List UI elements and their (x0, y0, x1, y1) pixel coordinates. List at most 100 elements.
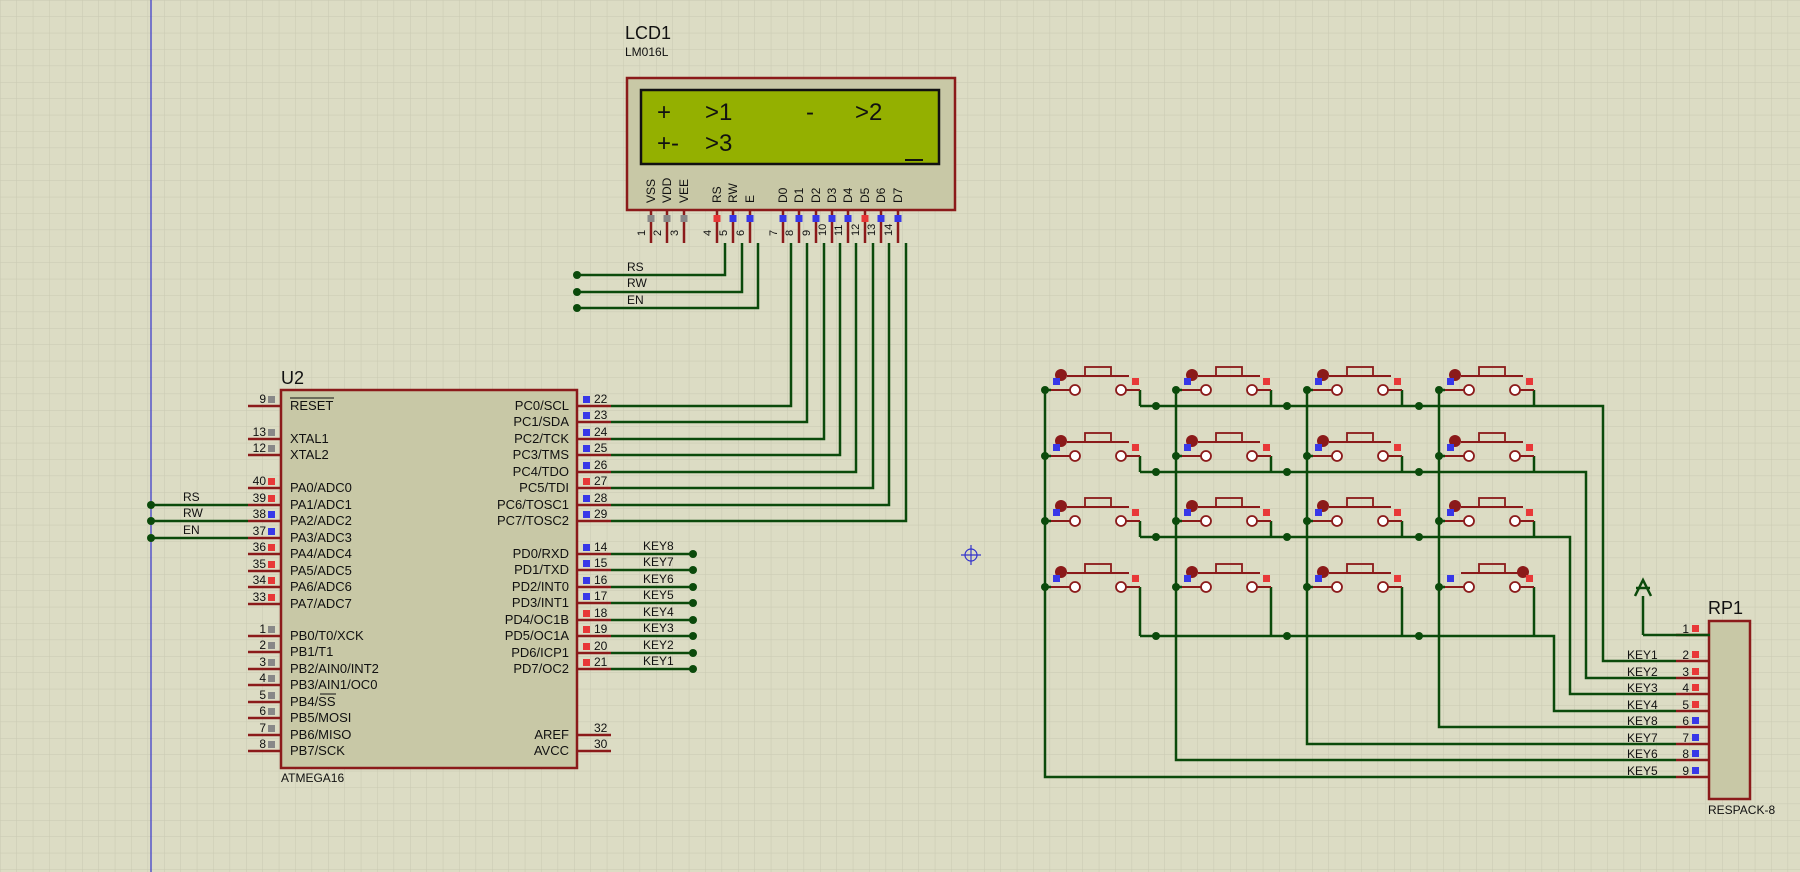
mcu-pin-name: PA3/ADC3 (290, 530, 352, 545)
mcu-pin-name: PA0/ADC0 (290, 480, 352, 495)
rpack-pin-number: 3 (1682, 665, 1689, 679)
mcu-part-label: ATMEGA16 (281, 771, 344, 785)
mcu-pin-name: PD5/OC1A (505, 628, 570, 643)
mcu-pin-name: PA7/ADC7 (290, 596, 352, 611)
lcd-pin-name: RW (726, 183, 740, 203)
mcu-pin-name: PA6/ADC6 (290, 579, 352, 594)
junction-dot (1303, 386, 1311, 394)
rpack-pin-number: 4 (1682, 681, 1689, 695)
junction-dot (1435, 386, 1443, 394)
mcu-pin-name: PB1/T1 (290, 644, 333, 659)
rpack-pin-number: 6 (1682, 714, 1689, 728)
lcd-pin-name: D3 (825, 187, 839, 203)
junction-dot (1172, 583, 1180, 591)
net-label-rs-top: RS (627, 260, 644, 274)
lcd-pin-name: D2 (809, 187, 823, 203)
mcu-pin-number: 21 (594, 655, 608, 669)
mcu-pin-name: PD1/TXD (514, 562, 569, 577)
lcd-pin-number: 11 (833, 225, 845, 236)
junction-dot (147, 517, 155, 525)
mcu-pin-number: 8 (259, 737, 266, 751)
mcu-pin-name: PD6/ICP1 (511, 645, 569, 660)
junction-dot (573, 304, 581, 312)
mcu-pin-number: 18 (594, 606, 608, 620)
rpack-ref-label: RP1 (1708, 598, 1743, 618)
junction-dot (1172, 517, 1180, 525)
junction-dot (1152, 632, 1160, 640)
lcd-pin-name: D4 (841, 187, 855, 203)
junction-dot (1283, 632, 1291, 640)
lcd-pin-name: D0 (776, 187, 790, 203)
junction-dot (689, 616, 697, 624)
lcd-screen (639, 88, 941, 166)
junction-dot (1172, 386, 1180, 394)
mcu-pin-name: PC6/TOSC1 (497, 497, 569, 512)
mcu-pin-number: 17 (594, 589, 608, 603)
mcu-pin-name: PD0/RXD (513, 546, 569, 561)
net-label-rw-top: RW (627, 276, 647, 290)
junction-dot (1415, 468, 1423, 476)
schematic-canvas[interactable]: LCD1 LM016L + >1 - >2 +- >3 1 VSS 2 VDD 3 VEE… (0, 0, 1800, 872)
mcu-pin-number: 30 (594, 737, 608, 751)
junction-dot (1283, 402, 1291, 410)
mcu-pin-number: 22 (594, 392, 608, 406)
mcu-pin-number: 6 (259, 704, 266, 718)
mcu-pin-name: PB0/T0/XCK (290, 628, 364, 643)
mcu-pin-name: PA4/ADC4 (290, 546, 352, 561)
mcu-pin-number: 14 (594, 540, 608, 554)
net-label-en-left: EN (183, 523, 200, 537)
mcu-pin-number: 15 (594, 556, 608, 570)
mcu-pin-number: 4 (259, 671, 266, 685)
junction-dot (1172, 452, 1180, 460)
mcu-pin-name: AREF (534, 727, 569, 742)
lcd-pin-number: 7 (768, 230, 780, 236)
junction-dot (1435, 517, 1443, 525)
mcu-pin-number: 20 (594, 639, 608, 653)
net-label-rw-left: RW (183, 506, 203, 520)
junction-dot (1303, 583, 1311, 591)
mcu-pin-number: 9 (259, 392, 266, 406)
mcu-pin-number: 1 (259, 622, 266, 636)
junction-dot (689, 550, 697, 558)
mcu-pin-number: 35 (253, 557, 267, 571)
mcu-component[interactable]: U2 ATMEGA16 9 RESET13 XTAL112 XTAL240 PA0/AD… (248, 368, 611, 785)
mcu-pin-number: 27 (594, 474, 608, 488)
mcu-pin-name: PD7/OC2 (513, 661, 569, 676)
lcd-pin-name: VDD (660, 177, 674, 203)
net-label-key: KEY1 (643, 654, 674, 668)
junction-dot (689, 665, 697, 673)
lcd-pin-name: E (743, 195, 757, 203)
junction-dot (573, 271, 581, 279)
junction-dot (1152, 468, 1160, 476)
mcu-pin-number: 16 (594, 573, 608, 587)
rpack-pin-number: 8 (1682, 747, 1689, 761)
mcu-pin-number: 12 (253, 441, 267, 455)
mcu-pin-number: 34 (253, 573, 267, 587)
junction-dot (689, 649, 697, 657)
lcd-pin-number: 12 (850, 224, 862, 236)
lcd-pin-number: 6 (735, 230, 747, 236)
junction-dot (1415, 533, 1423, 541)
mcu-pin-name: PB6/MISO (290, 727, 351, 742)
junction-dot (1283, 533, 1291, 541)
mcu-pin-name: PB7/SCK (290, 743, 345, 758)
lcd-pin-number: 8 (784, 230, 796, 236)
mcu-pin-number: 39 (253, 491, 267, 505)
junction-dot (1283, 468, 1291, 476)
mcu-pin-name: PC0/SCL (515, 398, 569, 413)
lcd-pin-name: D5 (858, 187, 872, 203)
mcu-pin-name: PC5/TDI (519, 480, 569, 495)
mcu-pin-number: 24 (594, 425, 608, 439)
mcu-pin-name: PC3/TMS (513, 447, 570, 462)
junction-dot (689, 583, 697, 591)
lcd-pin-number: 1 (636, 230, 648, 236)
junction-dot (147, 534, 155, 542)
lcd-line1-seg4: >2 (855, 99, 882, 126)
lcd-pin-number: 2 (652, 230, 664, 236)
mcu-pin-name: PA1/ADC1 (290, 497, 352, 512)
mcu-pin-number: 7 (259, 721, 266, 735)
lcd-pin-name: VSS (644, 179, 658, 203)
mcu-pin-number: 5 (259, 688, 266, 702)
mcu-pin-number: 26 (594, 458, 608, 472)
net-label-key: KEY7 (643, 555, 674, 569)
